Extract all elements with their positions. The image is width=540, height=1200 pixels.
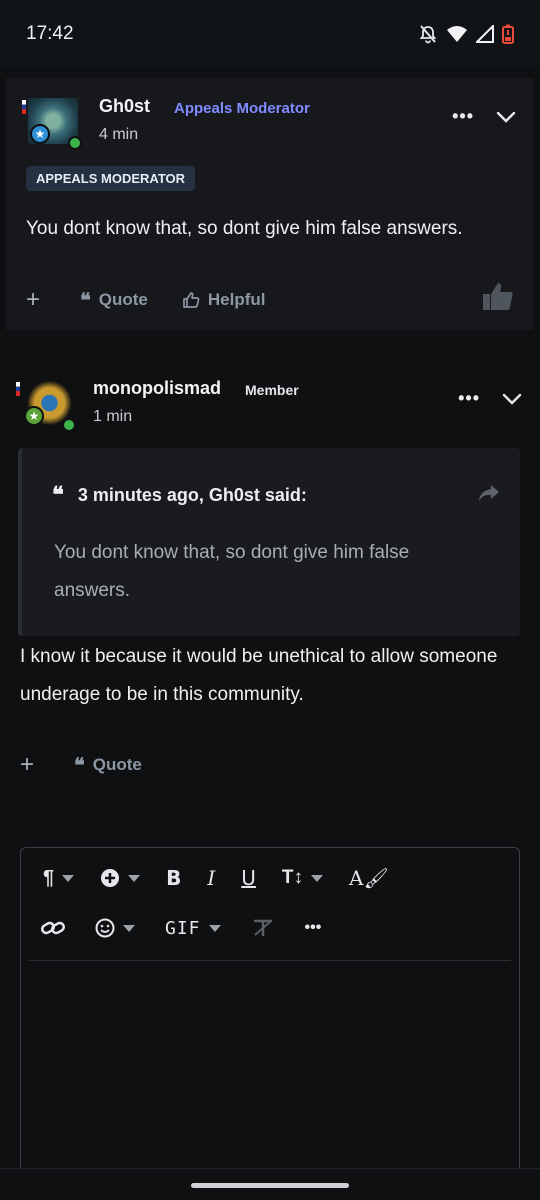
smiley-icon — [95, 918, 115, 938]
share-arrow-icon[interactable] — [478, 484, 500, 502]
flag-icon — [16, 382, 20, 396]
status-time: 17:42 — [26, 23, 74, 44]
author-name[interactable]: monopolismad — [93, 378, 221, 399]
quote-icon: ❝ — [80, 288, 91, 312]
pilcrow-icon: ¶ — [43, 866, 55, 889]
quote-header-text[interactable]: 3 minutes ago, Gh0st said: — [78, 485, 307, 506]
more-options-icon[interactable]: ••• — [458, 388, 480, 409]
post-header: ★ Gh0st Appeals Moderator 4 min ••• — [22, 96, 516, 156]
author-role: Member — [245, 382, 299, 398]
role-badge: APPEALS MODERATOR — [26, 166, 196, 191]
gif-label: GIF — [165, 917, 201, 939]
avatar[interactable]: ★ — [16, 380, 76, 434]
reply-editor[interactable]: ¶ B I U T↕ A🖌 GIF ••• — [20, 847, 520, 1187]
gif-button[interactable]: GIF — [165, 918, 221, 939]
link-button[interactable] — [41, 919, 65, 937]
author-name[interactable]: Gh0st — [99, 96, 150, 117]
quote-label: Quote — [92, 755, 142, 774]
insert-button[interactable] — [100, 868, 141, 888]
text-size-icon: T↕ — [281, 867, 304, 888]
quote-button[interactable]: ❝ Quote — [80, 288, 148, 312]
emoji-button[interactable] — [95, 918, 135, 938]
editor-toolbar-row-2: GIF ••• — [21, 908, 519, 948]
add-reaction-button[interactable]: + — [20, 751, 34, 779]
text-size-button[interactable]: T↕ — [281, 867, 324, 889]
italic-button[interactable]: I — [207, 866, 215, 890]
post-menu: ••• — [452, 106, 516, 127]
quote-mark-icon: ❝ — [52, 482, 64, 508]
post-monopolismad: ★ monopolismad Member 1 min ••• ❝ 3 minu… — [0, 360, 540, 800]
author-role: Appeals Moderator — [174, 100, 310, 117]
helpful-button[interactable]: Helpful — [182, 290, 266, 310]
clear-format-icon — [253, 919, 272, 936]
paragraph-format-button[interactable]: ¶ — [43, 866, 75, 890]
post-time[interactable]: 4 min — [99, 126, 138, 144]
quote-header: ❝ 3 minutes ago, Gh0st said: — [52, 482, 307, 508]
status-icons — [418, 24, 514, 44]
bold-button[interactable]: B — [166, 866, 181, 890]
post-actions: + ❝ Quote Helpful — [26, 283, 514, 315]
quote-text: You dont know that, so dont give him fal… — [54, 542, 410, 601]
home-indicator[interactable] — [191, 1183, 349, 1188]
post-content: I know it because it would be unethical … — [20, 646, 498, 705]
chevron-down-icon[interactable] — [496, 111, 516, 123]
post-content: You dont know that, so dont give him fal… — [26, 218, 463, 239]
bell-off-icon — [419, 25, 437, 44]
more-tools-button[interactable]: ••• — [305, 919, 322, 937]
post-time[interactable]: 1 min — [93, 408, 132, 426]
editor-divider — [29, 960, 511, 961]
flag-icon — [22, 100, 26, 114]
text-color-button[interactable]: A🖌 — [349, 866, 389, 890]
plus-circle-icon — [101, 869, 120, 887]
thumbs-up-icon — [183, 292, 200, 308]
add-reaction-button[interactable]: + — [26, 286, 40, 314]
quoted-post: ❝ 3 minutes ago, Gh0st said: You dont kn… — [18, 448, 520, 636]
quote-button[interactable]: ❝ Quote — [74, 753, 142, 777]
quote-label: Quote — [98, 290, 148, 309]
quote-icon: ❝ — [74, 753, 85, 777]
battery-low-icon — [502, 24, 514, 44]
editor-toolbar-row-1: ¶ B I U T↕ A🖌 — [21, 858, 519, 898]
underline-button[interactable]: U — [241, 866, 256, 890]
post-header: ★ monopolismad Member 1 min ••• — [16, 378, 522, 438]
post-menu: ••• — [458, 388, 522, 409]
chevron-down-icon[interactable] — [502, 393, 522, 405]
online-indicator — [68, 136, 82, 150]
star-rank-icon: ★ — [30, 124, 50, 144]
status-bar: 17:42 — [0, 0, 540, 68]
star-rank-icon: ★ — [24, 406, 44, 426]
more-options-icon[interactable]: ••• — [452, 106, 474, 127]
clear-format-button[interactable] — [251, 918, 275, 938]
online-indicator — [62, 418, 76, 432]
link-icon — [41, 921, 65, 935]
signal-icon — [476, 25, 494, 43]
wifi-icon — [447, 26, 467, 42]
avatar[interactable]: ★ — [22, 98, 82, 152]
like-count-icon[interactable] — [482, 281, 514, 311]
helpful-label: Helpful — [207, 290, 266, 309]
text-color-icon: A🖌 — [349, 866, 389, 890]
post-gh0st: ★ Gh0st Appeals Moderator 4 min ••• APPE… — [0, 78, 540, 330]
navigation-bar — [0, 1168, 540, 1200]
post-actions: + ❝ Quote — [20, 750, 520, 780]
